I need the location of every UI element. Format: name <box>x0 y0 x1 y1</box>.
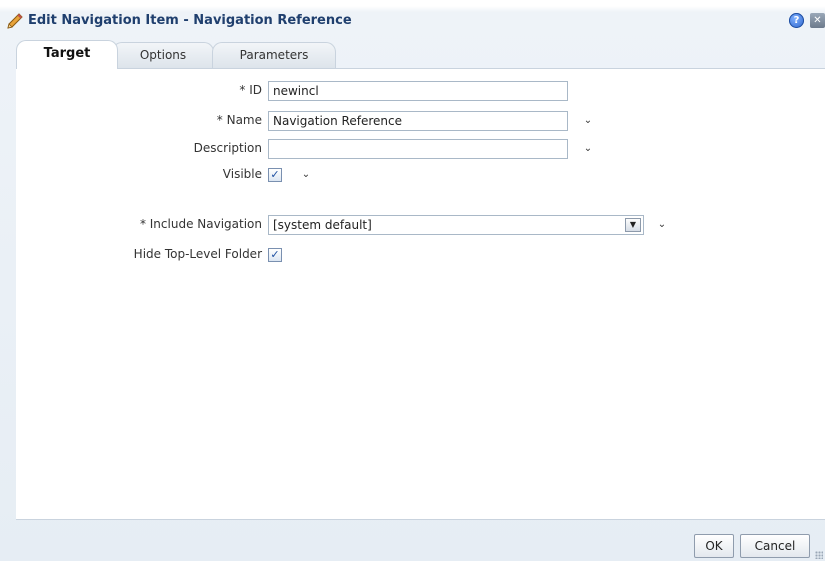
include-navigation-value: [system default] <box>273 218 372 232</box>
include-navigation-label: * Include Navigation <box>139 217 262 231</box>
pencil-icon <box>7 13 23 29</box>
dialog-title: Edit Navigation Item - Navigation Refere… <box>28 13 352 28</box>
include-navigation-chevron-down-icon[interactable]: ⌄ <box>656 219 668 231</box>
ok-button[interactable]: OK <box>694 534 734 558</box>
tab-bar: Options Parameters Target <box>16 38 825 69</box>
hide-top-level-folder-label: Hide Top-Level Folder <box>133 247 262 261</box>
tab-options[interactable]: Options <box>112 42 214 68</box>
help-icon[interactable]: ? <box>789 13 804 28</box>
hide-top-level-folder-checkbox[interactable]: ✓ <box>268 248 282 262</box>
name-chevron-down-icon[interactable]: ⌄ <box>582 115 594 127</box>
description-chevron-down-icon[interactable]: ⌄ <box>582 143 594 155</box>
visible-chevron-down-icon[interactable]: ⌄ <box>300 169 312 181</box>
description-label: Description <box>193 141 262 155</box>
include-navigation-select[interactable]: [system default] ▼ <box>268 215 644 235</box>
tab-parameters[interactable]: Parameters <box>212 42 336 68</box>
cancel-button[interactable]: Cancel <box>740 534 810 558</box>
name-field[interactable]: Navigation Reference <box>268 111 568 131</box>
dialog-title-bar[interactable]: Edit Navigation Item - Navigation Refere… <box>0 6 825 34</box>
close-icon[interactable]: ✕ <box>810 13 825 28</box>
visible-label: Visible <box>222 167 262 181</box>
id-field[interactable]: newincl <box>268 81 568 101</box>
edit-navigation-dialog: Edit Navigation Item - Navigation Refere… <box>0 0 825 561</box>
visible-checkbox[interactable]: ✓ <box>268 168 282 182</box>
resize-grip-icon[interactable] <box>815 551 823 559</box>
description-field[interactable] <box>268 139 568 159</box>
tab-target[interactable]: Target <box>16 40 118 69</box>
dropdown-arrow-icon[interactable]: ▼ <box>625 218 641 232</box>
name-label: * Name <box>216 113 262 127</box>
id-label: * ID <box>239 83 262 97</box>
target-panel: * ID newincl * Name Navigation Reference… <box>16 68 825 520</box>
